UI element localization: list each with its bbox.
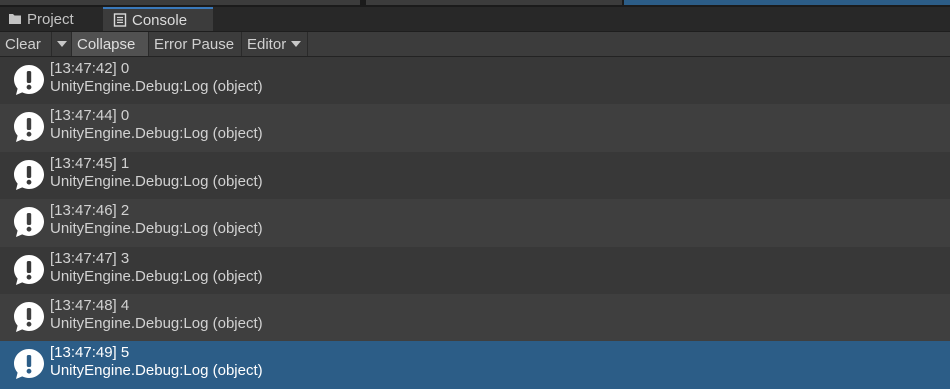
chevron-down-icon <box>291 41 302 47</box>
log-text: [13:47:46] 2 UnityEngine.Debug:Log (obje… <box>50 202 263 238</box>
log-stacktrace: UnityEngine.Debug:Log (object) <box>50 220 263 238</box>
editor-dropdown-label: Editor <box>247 35 287 53</box>
log-entry[interactable]: [13:47:42] 0 UnityEngine.Debug:Log (obje… <box>0 57 950 105</box>
info-bubble-icon <box>14 159 44 190</box>
info-bubble-icon <box>14 254 44 285</box>
log-entry[interactable]: [13:47:45] 1 UnityEngine.Debug:Log (obje… <box>0 151 950 200</box>
collapse-toggle[interactable]: Collapse <box>72 32 149 56</box>
panel-tab-bar: Project Console <box>0 7 950 32</box>
log-stacktrace: UnityEngine.Debug:Log (object) <box>50 172 263 190</box>
chevron-down-icon <box>56 41 67 47</box>
log-entry[interactable]: [13:47:48] 4 UnityEngine.Debug:Log (obje… <box>0 293 950 342</box>
log-message: [13:47:44] 0 <box>50 107 130 125</box>
error-pause-toggle[interactable]: Error Pause <box>149 32 242 56</box>
log-entry[interactable]: [13:47:47] 3 UnityEngine.Debug:Log (obje… <box>0 246 950 294</box>
log-message: [13:47:47] 3 <box>50 249 130 267</box>
tab-project[interactable]: Project <box>8 7 100 31</box>
info-bubble-icon <box>14 349 44 380</box>
log-entry-selected[interactable]: [13:47:49] 5 UnityEngine.Debug:Log (obje… <box>0 341 950 389</box>
log-stacktrace: UnityEngine.Debug:Log (object) <box>50 267 263 285</box>
top-panel-segment-selected <box>624 0 950 5</box>
folder-icon <box>9 14 21 24</box>
top-panel-segment <box>366 0 622 5</box>
clear-options-dropdown[interactable] <box>52 32 72 56</box>
log-stacktrace: UnityEngine.Debug:Log (object) <box>50 78 263 95</box>
console-toolbar: Clear Collapse Error Pause Editor <box>0 32 950 57</box>
log-text: [13:47:45] 1 UnityEngine.Debug:Log (obje… <box>50 155 263 191</box>
log-text: [13:47:44] 0 UnityEngine.Debug:Log (obje… <box>50 107 263 143</box>
log-entry[interactable]: [13:47:46] 2 UnityEngine.Debug:Log (obje… <box>0 199 950 247</box>
tab-console-label: Console <box>132 11 188 29</box>
log-message: [13:47:49] 5 <box>50 344 130 362</box>
info-bubble-icon <box>14 112 44 143</box>
log-entry[interactable]: [13:47:44] 0 UnityEngine.Debug:Log (obje… <box>0 104 950 152</box>
log-text: [13:47:47] 3 UnityEngine.Debug:Log (obje… <box>50 250 263 286</box>
top-panel-segment <box>0 0 360 5</box>
log-text: [13:47:49] 5 UnityEngine.Debug:Log (obje… <box>50 344 263 380</box>
console-icon <box>113 13 127 27</box>
log-text: [13:47:42] 0 UnityEngine.Debug:Log (obje… <box>50 60 263 96</box>
info-bubble-icon <box>14 301 44 332</box>
tab-project-label: Project <box>27 10 74 28</box>
log-stacktrace: UnityEngine.Debug:Log (object) <box>50 362 263 380</box>
editor-dropdown[interactable]: Editor <box>242 32 308 56</box>
log-stacktrace: UnityEngine.Debug:Log (object) <box>50 314 263 332</box>
log-message: [13:47:42] 0 <box>50 60 130 77</box>
tab-console[interactable]: Console <box>103 7 213 31</box>
top-window-strip <box>0 0 950 7</box>
log-stacktrace: UnityEngine.Debug:Log (object) <box>50 125 263 143</box>
log-message: [13:47:48] 4 <box>50 296 130 314</box>
log-message: [13:47:46] 2 <box>50 202 130 220</box>
console-log-list: [13:47:42] 0 UnityEngine.Debug:Log (obje… <box>0 57 950 389</box>
log-text: [13:47:48] 4 UnityEngine.Debug:Log (obje… <box>50 297 263 333</box>
info-bubble-icon <box>14 207 44 238</box>
log-message: [13:47:45] 1 <box>50 154 130 172</box>
clear-button[interactable]: Clear <box>0 32 52 56</box>
info-bubble-icon <box>14 65 44 95</box>
